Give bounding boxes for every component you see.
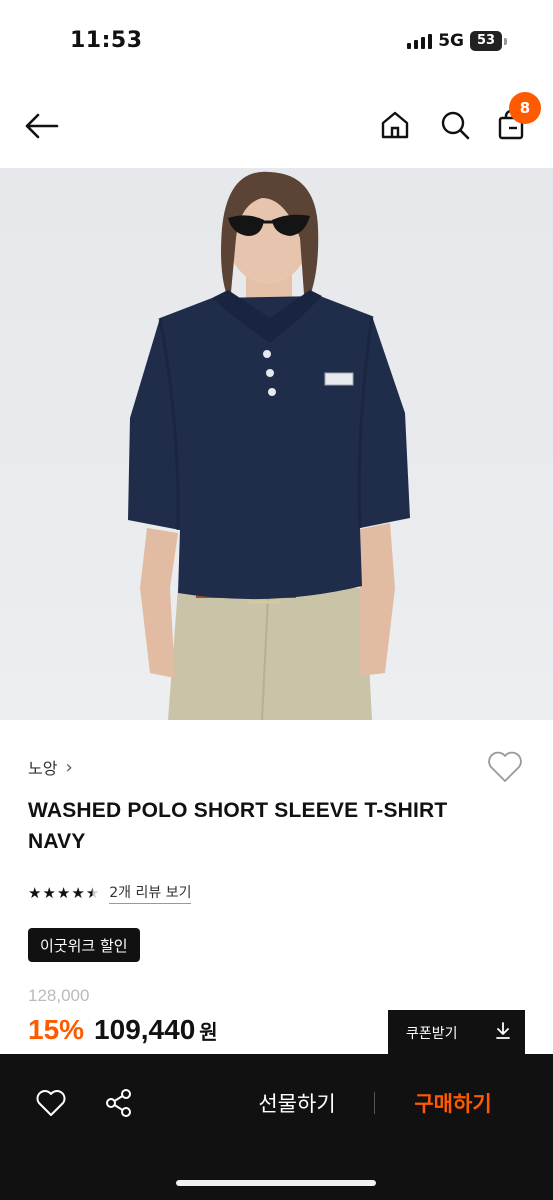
- star-icon: ★: [28, 884, 42, 902]
- status-indicators: 5G 53: [407, 31, 507, 51]
- currency-unit: 원: [199, 1020, 218, 1044]
- brand-link[interactable]: 노앙 ›: [28, 755, 73, 779]
- status-time: 11:53: [70, 28, 143, 53]
- review-link[interactable]: 2개 리뷰 보기: [109, 882, 192, 904]
- battery-level: 53: [470, 31, 502, 51]
- price-row: 15% 109,440 원: [28, 1014, 218, 1046]
- product-title: WASHED POLO SHORT SLEEVE T-SHIRT NAVY: [28, 799, 448, 853]
- status-bar: 11:53 5G 53: [0, 0, 553, 80]
- divider: [374, 1092, 375, 1114]
- arrow-left-icon[interactable]: [22, 106, 62, 146]
- discount-rate: 15%: [28, 1014, 85, 1045]
- rating-row: ★ ★ ★ ★ ★ 2개 리뷰 보기: [28, 882, 192, 904]
- signal-icon: [407, 33, 433, 49]
- cart-count-badge: 8: [509, 92, 541, 124]
- coupon-download-button[interactable]: 쿠폰받기: [388, 1010, 525, 1056]
- star-rating: ★ ★ ★ ★ ★: [28, 884, 99, 902]
- buy-button[interactable]: 구매하기: [398, 1086, 508, 1120]
- sale-price: 109,440: [94, 1014, 196, 1045]
- product-image[interactable]: [0, 168, 553, 720]
- home-icon[interactable]: [376, 106, 414, 144]
- home-indicator: [176, 1180, 376, 1186]
- wishlist-heart-icon[interactable]: [486, 750, 524, 788]
- download-icon: [495, 1022, 511, 1044]
- battery-icon: 53: [470, 31, 507, 51]
- star-icon: ★: [42, 884, 56, 902]
- chevron-right-icon: ›: [65, 756, 73, 778]
- original-price: 128,000: [28, 986, 90, 1005]
- coupon-label: 쿠폰받기: [406, 1026, 458, 1042]
- model-wearing-polo: [128, 171, 410, 720]
- half-star-icon: ★: [85, 884, 100, 902]
- search-icon[interactable]: [436, 106, 474, 144]
- heart-icon[interactable]: [32, 1086, 70, 1120]
- gift-button[interactable]: 선물하기: [242, 1086, 352, 1120]
- brand-name: 노앙: [28, 759, 58, 778]
- network-type: 5G: [438, 31, 464, 51]
- star-icon: ★: [71, 884, 85, 902]
- share-icon[interactable]: [100, 1086, 138, 1120]
- bottom-action-bar: [0, 1054, 553, 1200]
- promo-badge: 이굿위크 할인: [28, 928, 140, 962]
- star-icon: ★: [56, 884, 71, 902]
